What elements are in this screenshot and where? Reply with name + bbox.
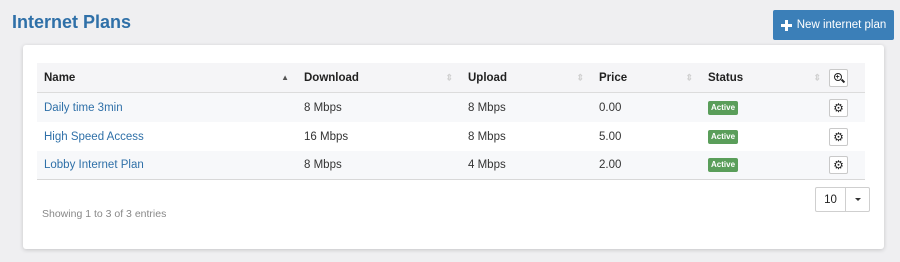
column-header-upload[interactable]: Upload ⇕ [461, 63, 592, 92]
plan-name-link[interactable]: High Speed Access [44, 131, 144, 143]
upload-speed: 8 Mbps [468, 101, 506, 114]
page-size-value: 10 [816, 188, 846, 211]
plan-name-link[interactable]: Daily time 3min [44, 102, 123, 114]
plans-card: Name ▲ Download ⇕ Upload ⇕ Price ⇕ Statu… [23, 45, 884, 249]
row-actions-button[interactable]: ⚙ [829, 127, 848, 146]
new-internet-plan-label: New internet plan [796, 19, 887, 31]
page-size-select[interactable]: 10 [815, 187, 870, 212]
sort-icon: ⇕ [685, 72, 693, 82]
caret-down-icon [854, 198, 861, 201]
row-actions-button[interactable]: ⚙ [829, 98, 848, 117]
upload-speed: 4 Mbps [468, 159, 506, 171]
plus-icon [780, 19, 792, 31]
table-header: Name ▲ Download ⇕ Upload ⇕ Price ⇕ Statu… [37, 63, 865, 93]
row-actions-button[interactable]: ⚙ [829, 156, 848, 174]
sort-ascending-icon: ▲ [281, 72, 289, 82]
column-header-status[interactable]: Status ⇕ [701, 63, 829, 92]
download-speed: 8 Mbps [304, 159, 342, 171]
sort-icon: ⇕ [445, 72, 453, 82]
upload-speed: 8 Mbps [468, 130, 506, 143]
status-badge: Active [708, 100, 739, 115]
sort-icon: ⇕ [813, 72, 821, 82]
new-internet-plan-button[interactable]: New internet plan [773, 10, 894, 40]
column-filter-button[interactable]: + [829, 68, 848, 87]
column-header-name[interactable]: Name ▲ [37, 63, 297, 92]
download-speed: 16 Mbps [304, 130, 349, 143]
plan-price: 0.00 [599, 101, 622, 114]
zoom-in-icon: + [833, 72, 845, 83]
table-row: High Speed Access 16 Mbps 8 Mbps 5.00 Ac… [37, 122, 865, 151]
gear-icon: ⚙ [833, 158, 844, 172]
plan-name-link[interactable]: Lobby Internet Plan [44, 159, 144, 171]
plans-table: Name ▲ Download ⇕ Upload ⇕ Price ⇕ Statu… [37, 63, 865, 180]
table-row: Lobby Internet Plan 8 Mbps 4 Mbps 2.00 A… [37, 151, 865, 180]
plan-price: 2.00 [599, 159, 622, 171]
page-size-toggle[interactable] [846, 188, 869, 211]
sort-icon: ⇕ [576, 72, 584, 82]
download-speed: 8 Mbps [304, 101, 342, 114]
table-info: Showing 1 to 3 of 3 entries [42, 208, 167, 220]
status-badge: Active [708, 158, 739, 172]
gear-icon: ⚙ [833, 129, 844, 144]
plan-price: 5.00 [599, 130, 622, 143]
column-header-download[interactable]: Download ⇕ [297, 63, 461, 92]
page-title: Internet Plans [12, 12, 132, 32]
column-header-price[interactable]: Price ⇕ [592, 63, 701, 92]
status-badge: Active [708, 129, 739, 144]
table-row: Daily time 3min 8 Mbps 8 Mbps 0.00 Activ… [37, 93, 865, 122]
gear-icon: ⚙ [833, 100, 844, 115]
